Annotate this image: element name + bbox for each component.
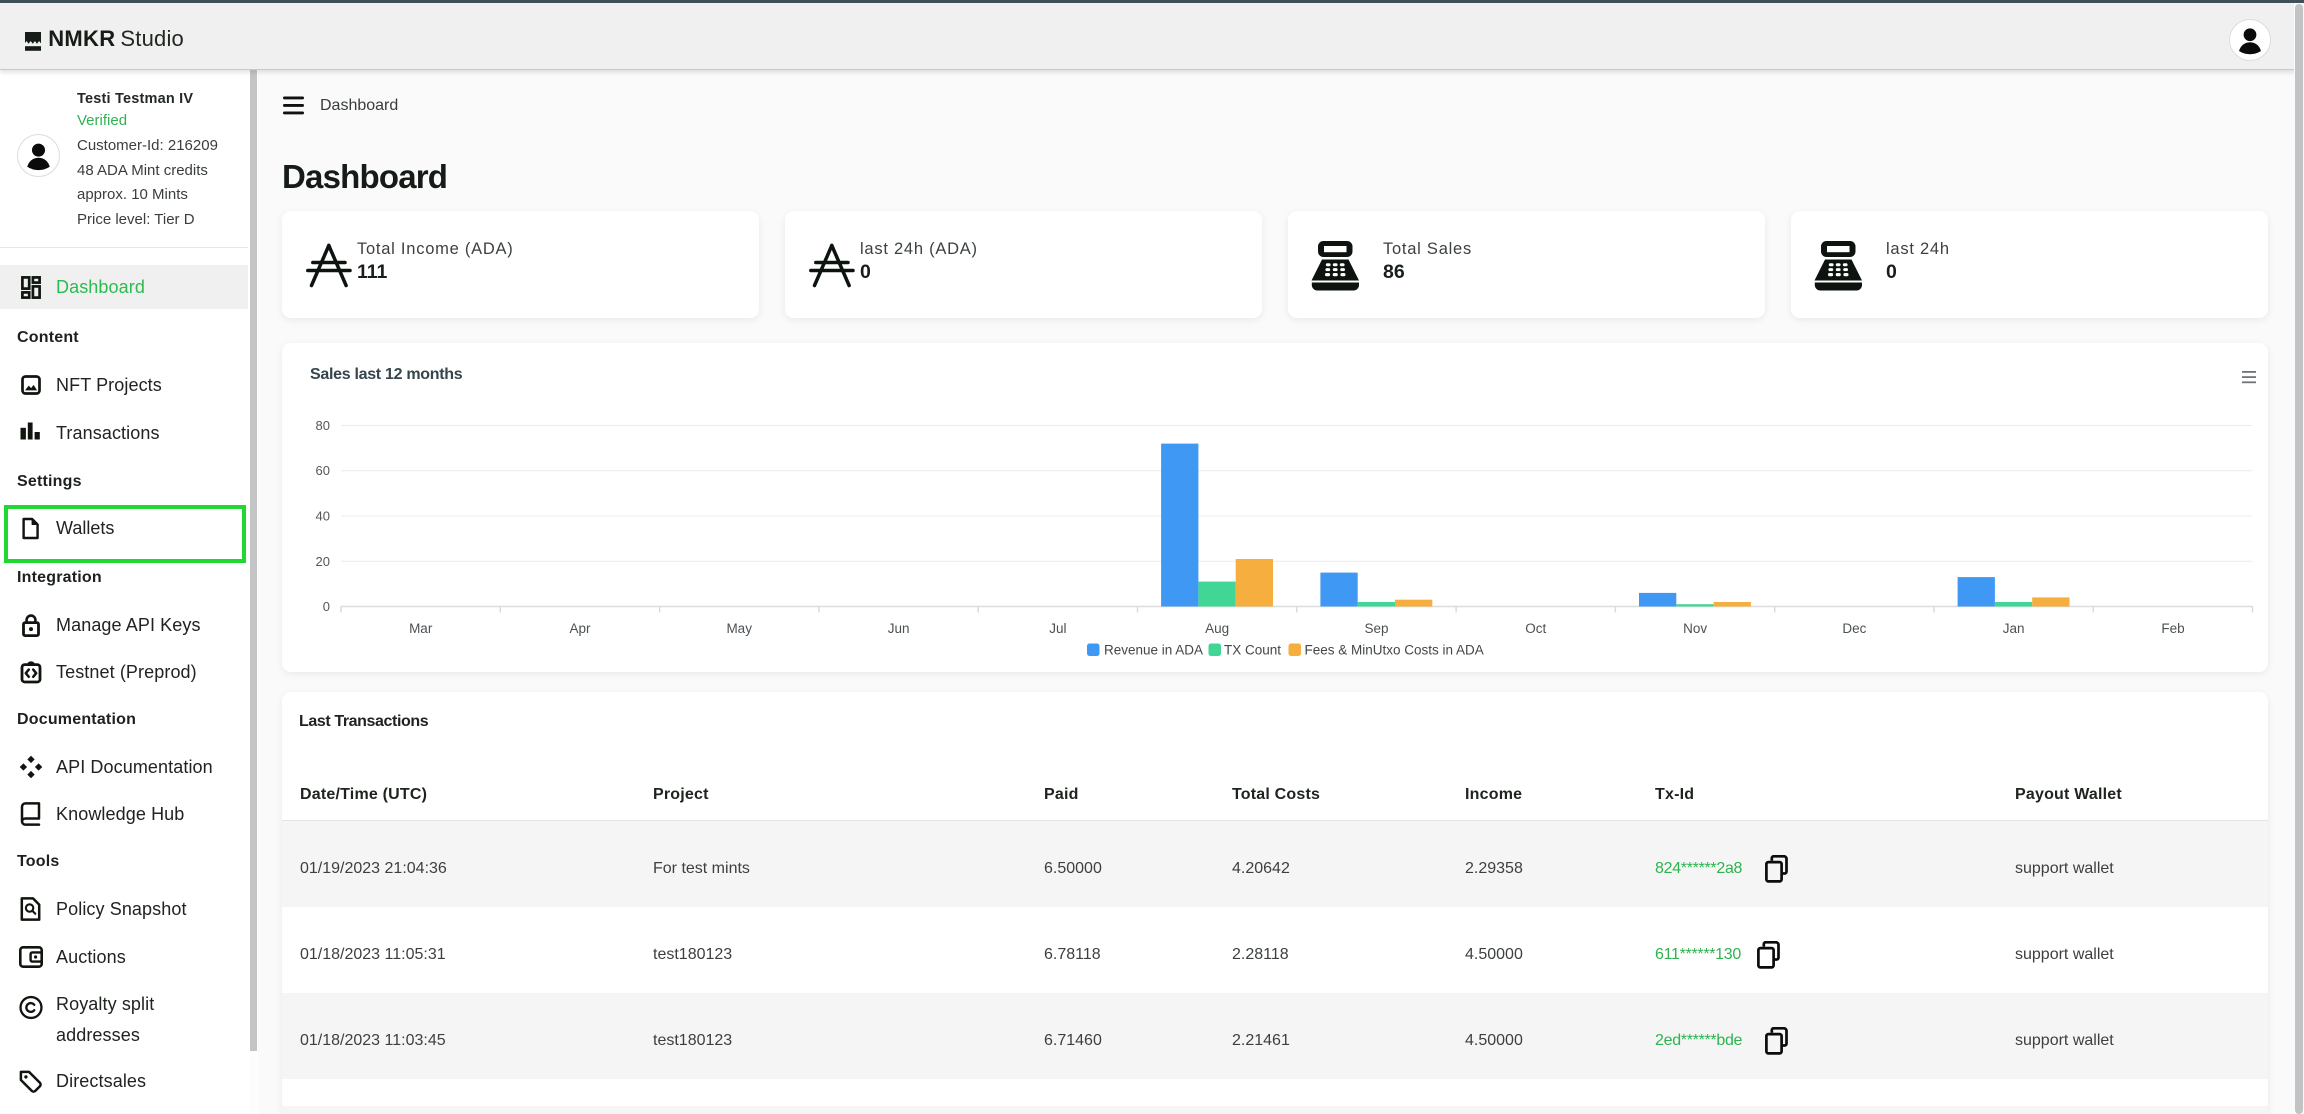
svg-text:Jul: Jul (1049, 621, 1066, 636)
svg-text:40: 40 (316, 509, 330, 524)
svg-text:Aug: Aug (1205, 621, 1229, 636)
svg-text:May: May (726, 621, 752, 636)
svg-text:Dec: Dec (1842, 621, 1866, 636)
svg-text:Feb: Feb (2161, 621, 2184, 636)
svg-text:60: 60 (316, 463, 330, 478)
svg-text:Oct: Oct (1525, 621, 1546, 636)
svg-text:Nov: Nov (1683, 621, 1707, 636)
svg-text:Apr: Apr (569, 621, 591, 636)
svg-text:Fees & MinUtxo Costs in ADA: Fees & MinUtxo Costs in ADA (1305, 643, 1484, 658)
svg-text:Revenue in ADA: Revenue in ADA (1104, 643, 1203, 658)
svg-text:Mar: Mar (409, 621, 433, 636)
svg-text:Jan: Jan (2003, 621, 2025, 636)
svg-text:80: 80 (316, 418, 330, 433)
svg-text:0: 0 (323, 599, 330, 614)
svg-text:Sep: Sep (1364, 621, 1388, 636)
svg-text:20: 20 (316, 554, 330, 569)
svg-text:TX Count: TX Count (1224, 643, 1281, 658)
svg-text:Jun: Jun (888, 621, 910, 636)
